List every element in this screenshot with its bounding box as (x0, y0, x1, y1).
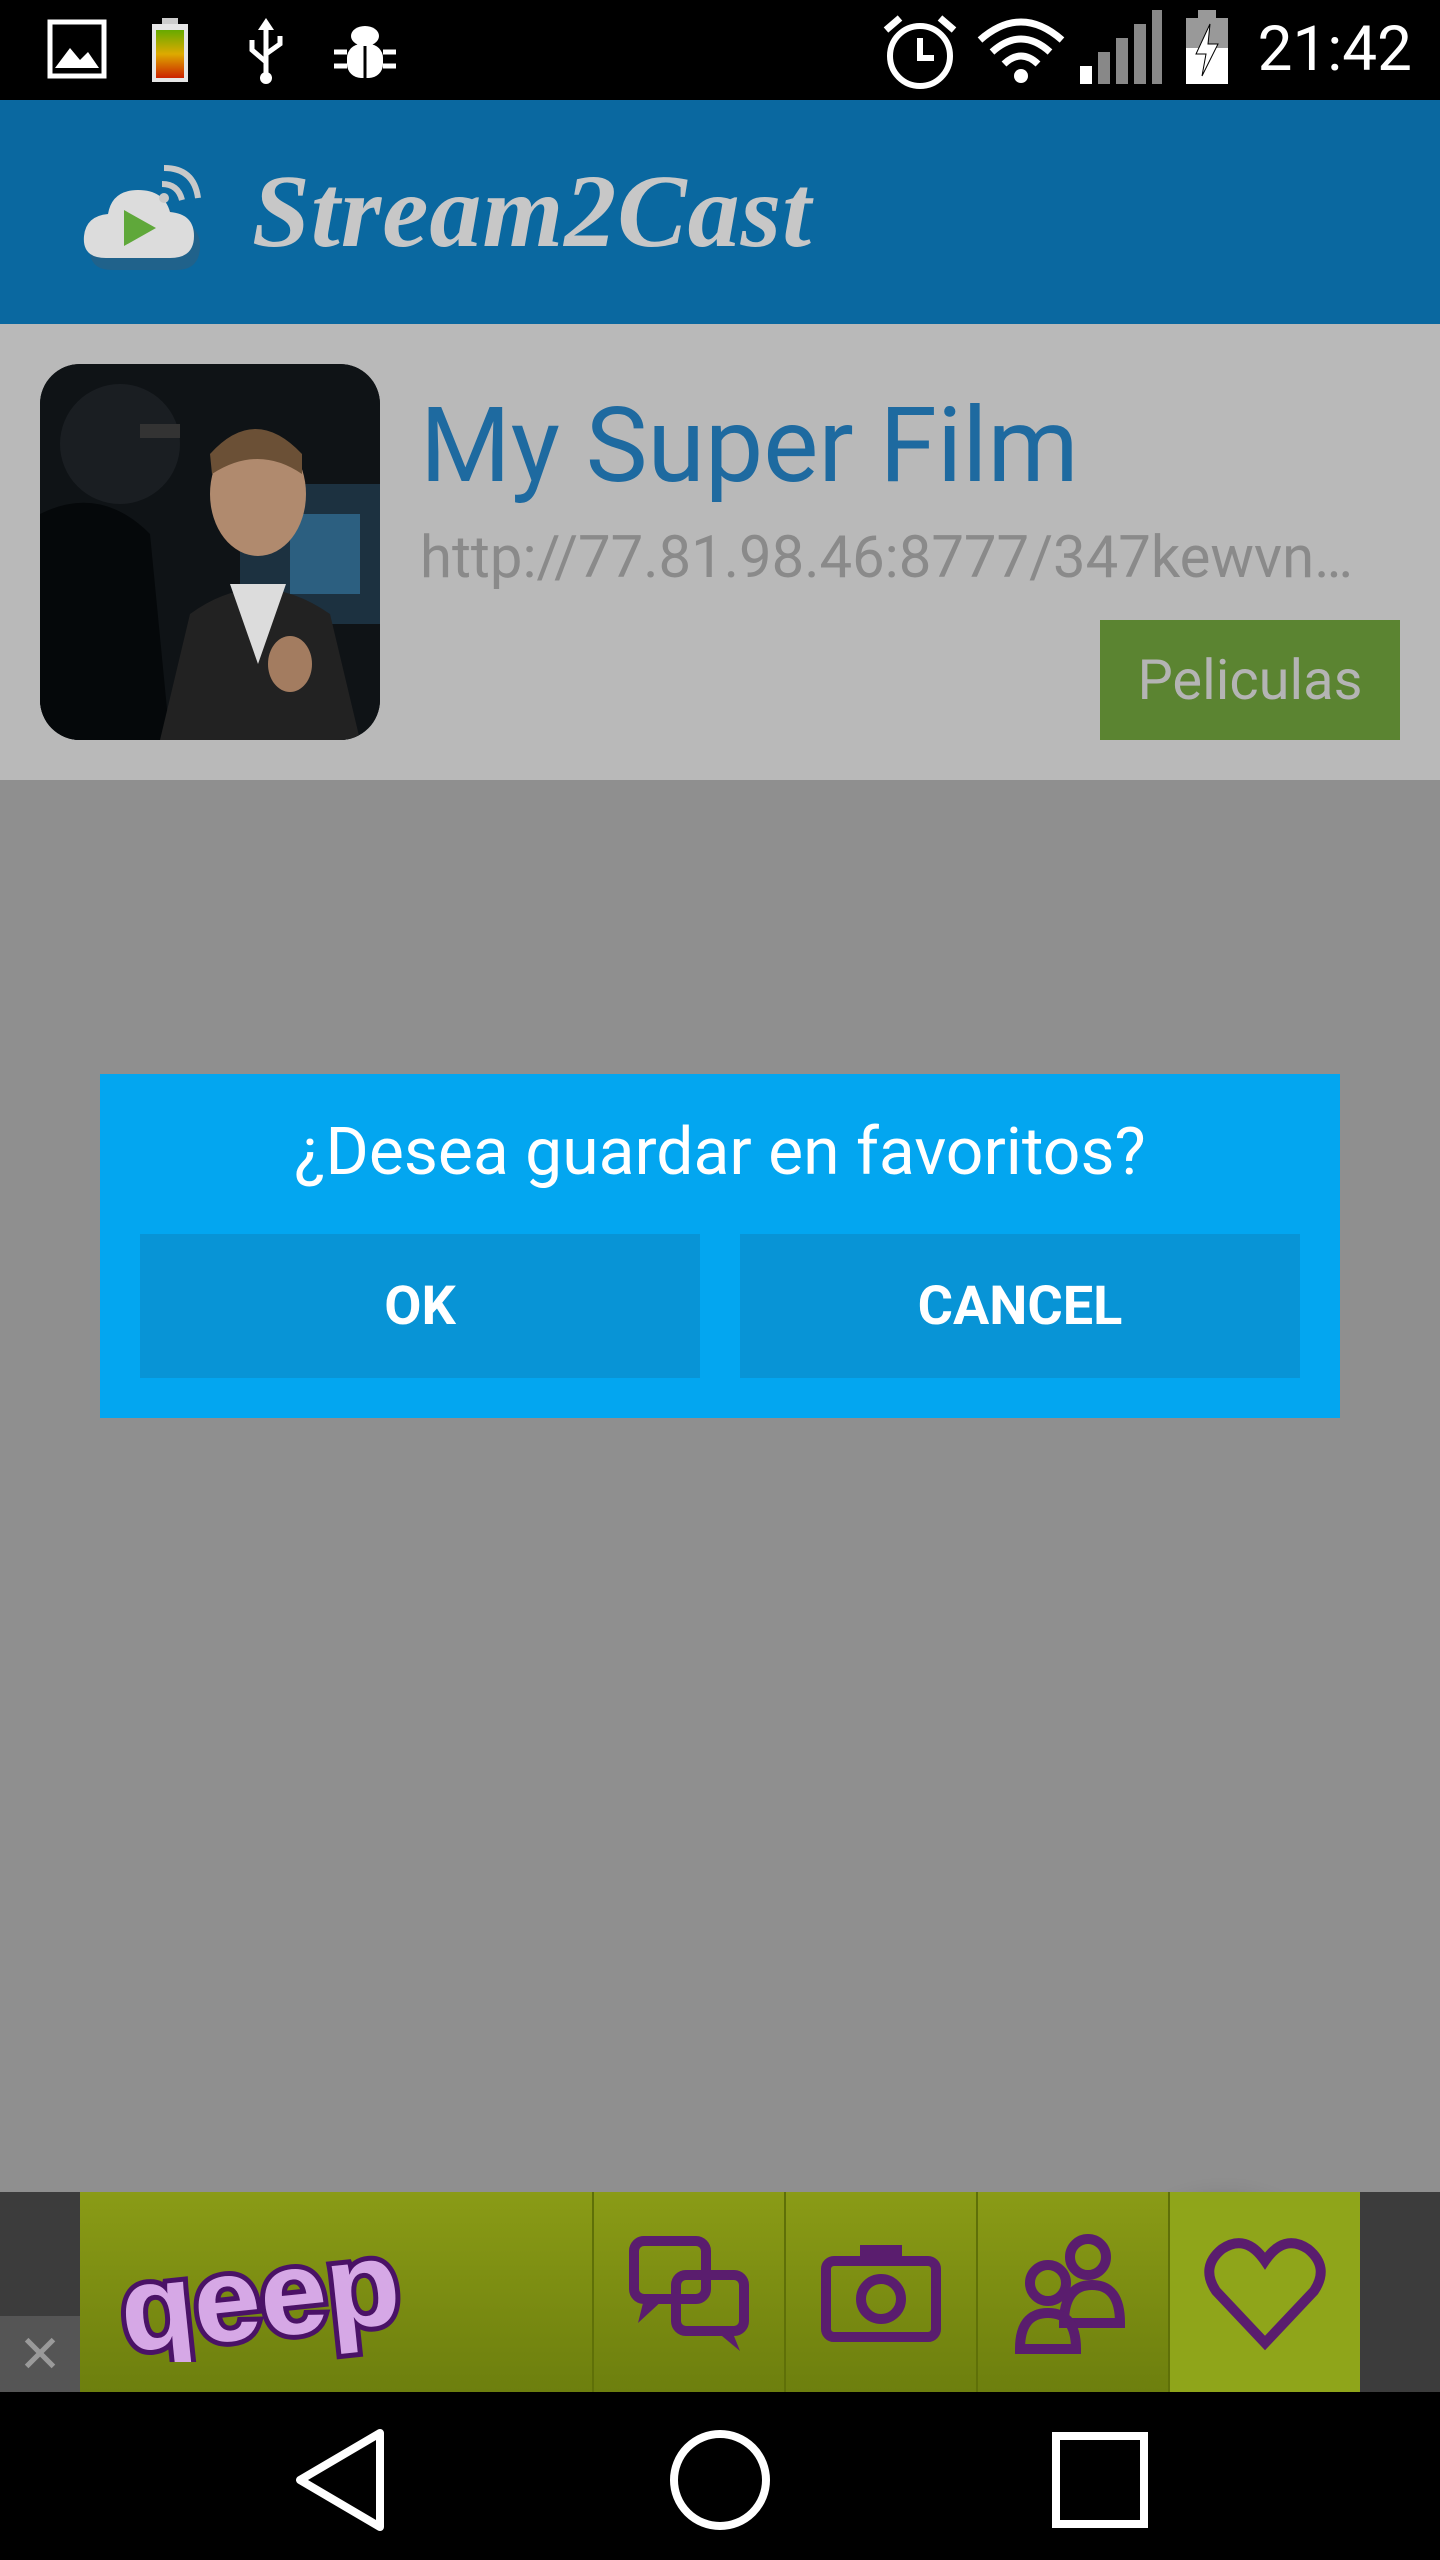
heart-icon (1168, 2192, 1360, 2392)
signal-icon (1080, 10, 1162, 84)
navigation-bar (0, 2392, 1440, 2560)
friends-icon (976, 2192, 1168, 2392)
camera-icon (784, 2192, 976, 2392)
home-button[interactable] (660, 2420, 780, 2540)
favorites-dialog: ¿Desea guardar en favoritos? OK CANCEL (100, 1074, 1340, 1418)
wifi-icon (977, 18, 1065, 83)
film-list-item[interactable]: My Super Film http://77.81.98.46:8777/34… (0, 324, 1440, 780)
recents-button[interactable] (1040, 2420, 1160, 2540)
ad-close-button[interactable]: ✕ (0, 2316, 80, 2392)
film-thumbnail (40, 364, 380, 740)
film-url: http://77.81.98.46:8777/347kewvn… (420, 524, 1353, 592)
svg-text:qeep: qeep (113, 2232, 406, 2362)
category-badge: Peliculas (1100, 620, 1400, 740)
film-title: My Super Film (420, 386, 1079, 507)
status-bar: 21:42 (0, 0, 1440, 100)
ad-content[interactable]: qeep (80, 2192, 1360, 2392)
image-icon (47, 19, 107, 79)
dialog-message: ¿Desea guardar en favoritos? (294, 1114, 1146, 1191)
app-title: Stream2Cast (252, 154, 812, 269)
alarm-icon (883, 15, 957, 89)
recents-icon (1052, 2432, 1148, 2528)
ad-banner[interactable]: ✕ qeep (0, 2192, 1440, 2392)
app-bar: Stream2Cast (0, 100, 1440, 324)
usb-icon (249, 18, 283, 84)
back-icon (296, 2429, 384, 2531)
back-button[interactable] (280, 2420, 400, 2540)
qeep-logo: qeep (110, 2232, 411, 2362)
clock: 21:42 (1257, 13, 1412, 86)
battery-100-icon (152, 18, 188, 82)
ok-button[interactable]: OK (140, 1234, 700, 1378)
cloud-play-cast-icon (83, 165, 201, 270)
battery-charging-icon (1186, 10, 1228, 84)
chat-icon (592, 2192, 784, 2392)
home-icon (670, 2430, 770, 2530)
cancel-button[interactable]: CANCEL (740, 1234, 1300, 1378)
bug-icon (334, 26, 396, 78)
